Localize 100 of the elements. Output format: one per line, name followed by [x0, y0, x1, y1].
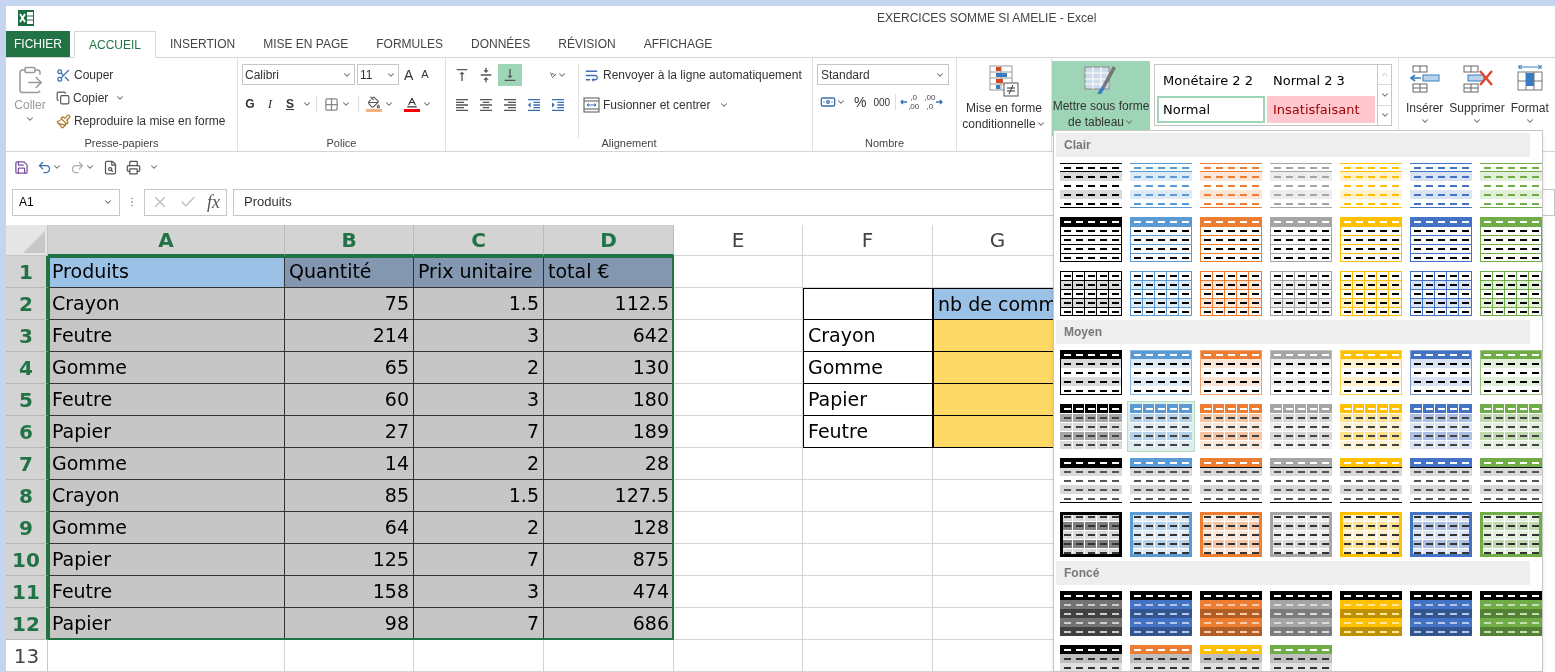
- copy-button[interactable]: Copier: [56, 87, 226, 109]
- table-style-option[interactable]: [1127, 509, 1195, 560]
- number-format-dropdown[interactable]: Standard: [817, 64, 949, 85]
- vertical-align-button[interactable]: [498, 64, 522, 86]
- file-tab[interactable]: FICHIER: [6, 31, 70, 57]
- font-family-dropdown[interactable]: Calibri: [242, 64, 355, 85]
- ribbon-tab[interactable]: DONNÉES: [456, 31, 545, 57]
- cut-button[interactable]: Couper: [56, 64, 226, 86]
- column-header[interactable]: E: [674, 225, 803, 256]
- table-style-option[interactable]: [1477, 455, 1542, 506]
- table-style-option[interactable]: [1337, 509, 1405, 560]
- print-icon[interactable]: [126, 159, 141, 175]
- row-header[interactable]: 1: [6, 256, 48, 288]
- table-style-option[interactable]: [1197, 588, 1265, 639]
- table-style-option[interactable]: [1407, 588, 1475, 639]
- table-style-option[interactable]: [1127, 455, 1195, 506]
- table-style-option[interactable]: [1267, 401, 1335, 452]
- italic-button[interactable]: I: [262, 94, 278, 114]
- ribbon-tab[interactable]: RÉVISION: [544, 31, 630, 57]
- cell-style-option[interactable]: Normal: [1157, 96, 1265, 123]
- table-style-option[interactable]: [1337, 347, 1405, 398]
- decrease-decimal-button[interactable]: ,00 ,0: [923, 93, 945, 111]
- table-style-option[interactable]: [1407, 347, 1475, 398]
- table-style-option[interactable]: [1477, 588, 1542, 639]
- table-style-option[interactable]: [1057, 509, 1125, 560]
- table-style-option[interactable]: [1057, 401, 1125, 452]
- table-style-option[interactable]: [1407, 401, 1475, 452]
- wrap-text-button[interactable]: Renvoyer à la ligne automatiquement: [583, 64, 802, 86]
- table-style-option[interactable]: [1337, 268, 1405, 319]
- cells-command-button[interactable]: Insérer: [1405, 64, 1445, 126]
- print-preview-icon[interactable]: [103, 159, 118, 175]
- row-header[interactable]: 4: [6, 352, 48, 384]
- table-style-option[interactable]: [1267, 588, 1335, 639]
- insert-function-button[interactable]: fx: [207, 188, 220, 216]
- ribbon-tab[interactable]: ACCUEIL: [74, 31, 156, 58]
- ribbon-tab[interactable]: AFFICHAGE: [629, 31, 727, 57]
- table-style-option[interactable]: [1197, 347, 1265, 398]
- table-style-option[interactable]: [1127, 268, 1195, 319]
- table-style-option[interactable]: [1197, 268, 1265, 319]
- font-size-dropdown[interactable]: 11: [357, 64, 399, 85]
- cells-command-button[interactable]: Supprimer: [1448, 64, 1506, 126]
- table-style-option[interactable]: [1407, 509, 1475, 560]
- table-style-option[interactable]: [1477, 401, 1542, 452]
- underline-button[interactable]: S: [282, 95, 298, 113]
- cells-command-button[interactable]: Format: [1509, 64, 1550, 126]
- percent-button[interactable]: %: [852, 91, 869, 113]
- table-style-option[interactable]: [1267, 455, 1335, 506]
- row-header[interactable]: 10: [6, 544, 48, 576]
- table-style-option[interactable]: [1407, 455, 1475, 506]
- table-style-option[interactable]: [1197, 509, 1265, 560]
- format-painter-button[interactable]: Reproduire la mise en forme: [56, 110, 226, 132]
- bold-button[interactable]: G: [242, 95, 258, 113]
- table-style-option[interactable]: [1127, 347, 1195, 398]
- increase-decimal-button[interactable]: ,0 ,00: [899, 93, 921, 111]
- cell-style-option[interactable]: Monétaire 2 2: [1157, 67, 1265, 94]
- row-header[interactable]: 7: [6, 448, 48, 480]
- undo-icon[interactable]: [37, 159, 52, 175]
- table-style-option[interactable]: [1057, 588, 1125, 639]
- table-style-option[interactable]: [1337, 401, 1405, 452]
- table-style-option[interactable]: [1197, 455, 1265, 506]
- ribbon-tab[interactable]: MISE EN PAGE: [249, 31, 363, 57]
- table-style-option[interactable]: [1407, 268, 1475, 319]
- column-header[interactable]: B: [285, 225, 414, 256]
- table-style-option[interactable]: [1127, 588, 1195, 639]
- row-header[interactable]: 12: [6, 608, 48, 640]
- row-header[interactable]: 2: [6, 288, 48, 320]
- table-style-option[interactable]: [1127, 401, 1195, 452]
- row-header[interactable]: 8: [6, 480, 48, 512]
- table-style-option[interactable]: [1267, 347, 1335, 398]
- table-style-option[interactable]: [1477, 509, 1542, 560]
- table-style-option[interactable]: [1267, 509, 1335, 560]
- ribbon-tab[interactable]: INSERTION: [156, 31, 250, 57]
- name-box[interactable]: A1: [12, 188, 120, 216]
- cell-style-option[interactable]: Insatisfaisant: [1267, 96, 1375, 123]
- row-header[interactable]: 9: [6, 512, 48, 544]
- save-icon[interactable]: [14, 159, 29, 175]
- grow-font-button[interactable]: A: [401, 67, 417, 82]
- column-header[interactable]: F: [803, 225, 933, 256]
- ribbon-tab[interactable]: FORMULES: [362, 31, 457, 57]
- row-header[interactable]: 11: [6, 576, 48, 608]
- row-header[interactable]: 6: [6, 416, 48, 448]
- table-style-option[interactable]: [1337, 588, 1405, 639]
- column-header[interactable]: D: [544, 225, 674, 256]
- row-header[interactable]: 13: [6, 640, 48, 672]
- cell-style-option[interactable]: Normal 2 3: [1267, 67, 1375, 94]
- table-style-option[interactable]: [1057, 160, 1125, 211]
- table-style-option[interactable]: [1267, 268, 1335, 319]
- shrink-font-button[interactable]: A: [418, 69, 432, 80]
- merge-center-button[interactable]: Fusionner et centrer: [583, 94, 802, 116]
- thousands-button[interactable]: 000: [871, 94, 893, 110]
- table-style-option[interactable]: [1477, 347, 1542, 398]
- table-style-option[interactable]: [1477, 268, 1542, 319]
- row-header[interactable]: 5: [6, 384, 48, 416]
- table-style-option[interactable]: [1197, 401, 1265, 452]
- table-style-option[interactable]: [1337, 455, 1405, 506]
- column-header[interactable]: C: [414, 225, 544, 256]
- column-header[interactable]: A: [48, 225, 285, 256]
- row-header[interactable]: 3: [6, 320, 48, 352]
- conditional-format-button[interactable]: Mise en forme conditionnelle: [961, 64, 1047, 151]
- table-style-option[interactable]: [1057, 268, 1125, 319]
